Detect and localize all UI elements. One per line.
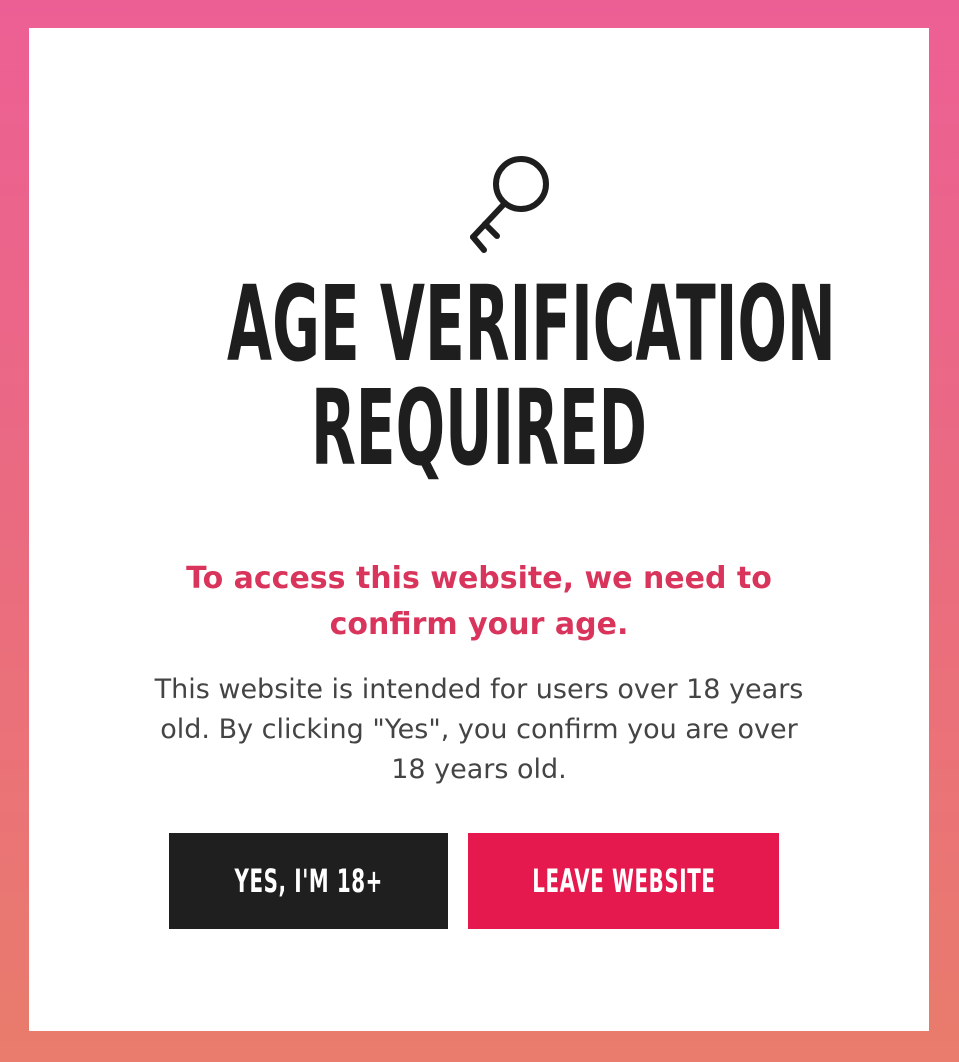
body-line: This website is intended for users over … (154, 674, 804, 705)
title-line: AGE VERIFICATION (227, 263, 836, 385)
body-message: This website is intended for users over … (109, 670, 849, 790)
page-title: AGE VERIFICATION REQUIRED (227, 263, 836, 489)
title-line: REQUIRED (310, 367, 648, 489)
lead-message: To access this website, we need to confi… (159, 556, 799, 648)
confirm-age-button[interactable]: YES, I'M 18+ (169, 833, 448, 929)
lead-line: To access this website, we need to (186, 561, 772, 596)
lead-line: confirm your age. (329, 607, 629, 642)
age-verification-modal: AGE VERIFICATION REQUIRED To access this… (29, 28, 929, 1031)
confirm-age-label: YES, I'M 18+ (234, 862, 383, 900)
body-line: old. By clicking "Yes", you confirm you … (160, 714, 798, 745)
leave-website-label: LEAVE WEBSITE (531, 862, 716, 900)
key-icon (470, 156, 549, 253)
leave-website-button[interactable]: LEAVE WEBSITE (468, 833, 779, 929)
body-line: 18 years old. (391, 754, 567, 785)
